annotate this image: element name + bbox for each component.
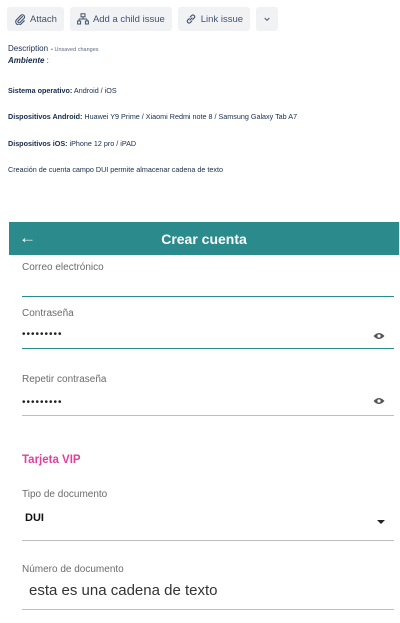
password-field[interactable] xyxy=(22,348,394,349)
doc-number-underline xyxy=(22,609,394,610)
email-label: Correo electrónico xyxy=(22,262,104,273)
doc-type-select[interactable] xyxy=(22,540,394,541)
app-title: Crear cuenta xyxy=(161,230,247,247)
eye-icon[interactable] xyxy=(373,397,385,405)
link-issue-button[interactable]: Link issue xyxy=(177,7,251,31)
arrow-left-icon[interactable]: ← xyxy=(19,229,36,246)
summary-line: Creación de cuenta campo DUI permite alm… xyxy=(8,165,223,174)
vip-section-title: Tarjeta VIP xyxy=(22,454,81,466)
child-issue-icon xyxy=(77,13,89,25)
doc-number-label: Número de documento xyxy=(22,564,124,575)
doc-type-label: Tipo de documento xyxy=(22,489,108,500)
add-child-issue-label: Add a child issue xyxy=(92,13,165,25)
password-label: Contraseña xyxy=(22,308,74,319)
link-issue-label: Link issue xyxy=(200,13,244,25)
ambiente-label: Ambiente xyxy=(8,56,45,65)
ambiente-colon: : xyxy=(44,56,49,65)
so-line: Sistema operativo: Android / iOS xyxy=(8,86,117,95)
ambiente-heading: Ambiente : xyxy=(8,56,49,65)
ios-line: Dispositivos iOS: iPhone 12 pro / iPAD xyxy=(8,139,136,148)
description-label: Description xyxy=(8,44,49,53)
doc-number-input[interactable]: esta es una cadena de texto xyxy=(29,582,217,599)
dropdown-caret-icon[interactable] xyxy=(377,520,385,524)
ios-value: iPhone 12 pro / iPAD xyxy=(67,139,137,148)
attach-button[interactable]: Attach xyxy=(7,7,64,31)
chevron-down-icon xyxy=(264,17,270,21)
unsaved-changes-badge: • Unsaved changes xyxy=(51,47,99,53)
description-heading: Description • Unsaved changes xyxy=(8,44,99,53)
repeat-password-field[interactable] xyxy=(22,415,394,416)
issue-toolbar: Attach Add a child issue Link issue xyxy=(7,7,279,31)
android-label: Dispositivos Android: xyxy=(8,112,83,121)
doc-type-value[interactable]: DUI xyxy=(25,512,44,524)
app-bar: ← Crear cuenta xyxy=(9,222,399,255)
password-value: ••••••••• xyxy=(22,329,63,340)
add-child-issue-button[interactable]: Add a child issue xyxy=(69,7,172,31)
app-screenshot: ← Crear cuenta Correo electrónico Contra… xyxy=(9,222,399,623)
link-icon xyxy=(186,14,196,24)
android-value: Huawei Y9 Prime / Xiaomi Redmi note 8 / … xyxy=(82,112,298,121)
so-value: Android / iOS xyxy=(72,86,117,95)
more-actions-button[interactable] xyxy=(256,7,279,31)
so-label: Sistema operativo: xyxy=(8,86,73,95)
paperclip-icon xyxy=(15,14,26,25)
eye-icon[interactable] xyxy=(373,332,385,340)
attach-label: Attach xyxy=(30,13,57,25)
ios-label: Dispositivos iOS: xyxy=(8,139,68,148)
repeat-password-label: Repetir contraseña xyxy=(22,374,107,385)
repeat-password-value: ••••••••• xyxy=(22,397,63,408)
email-field[interactable] xyxy=(22,296,394,297)
android-line: Dispositivos Android: Huawei Y9 Prime / … xyxy=(8,112,297,121)
